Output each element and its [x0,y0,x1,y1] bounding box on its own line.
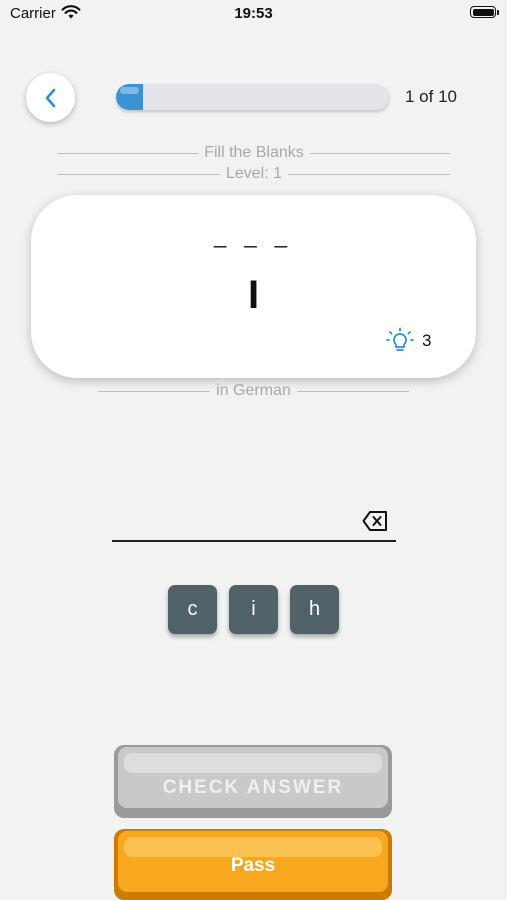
check-answer-button[interactable]: CHECK ANSWER [114,745,392,818]
prompt-word: I [247,273,260,317]
battery-tip [497,10,499,15]
lightbulb-icon [386,327,414,351]
language-text: in German [216,382,291,399]
status-clock: 19:53 [234,5,273,22]
letter-key-i[interactable]: i [229,585,278,634]
hint-count: 3 [422,331,432,350]
backspace-icon [362,511,387,531]
progress-bar [116,84,389,110]
level-text: Level: 1 [225,165,283,182]
language-label: in German [98,382,410,400]
check-answer-label: CHECK ANSWER [162,777,344,798]
letter-key-h[interactable]: h [290,585,339,634]
letter-key-c[interactable]: c [168,585,217,634]
chevron-left-icon [45,88,55,107]
hint-button[interactable]: 3 [386,327,431,355]
letter-keys: c i h [168,585,339,634]
battery-icon [470,6,496,18]
mode-label: Fill the Blanks [58,144,450,162]
pass-label: Pass [230,855,276,876]
answer-blanks: _ _ _ [214,223,293,248]
question-counter: 1 of 10 [405,87,457,106]
level-label: Level: 1 [58,165,451,183]
pass-button[interactable]: Pass [114,829,392,900]
back-button[interactable] [26,73,75,122]
status-bar: Carrier 19:53 [0,0,507,28]
question-card: _ _ _ I 3 [31,195,476,378]
answer-input[interactable] [112,540,396,542]
backspace-button[interactable] [362,510,388,537]
mode-text: Fill the Blanks [204,144,304,161]
progress-fill [116,84,144,110]
